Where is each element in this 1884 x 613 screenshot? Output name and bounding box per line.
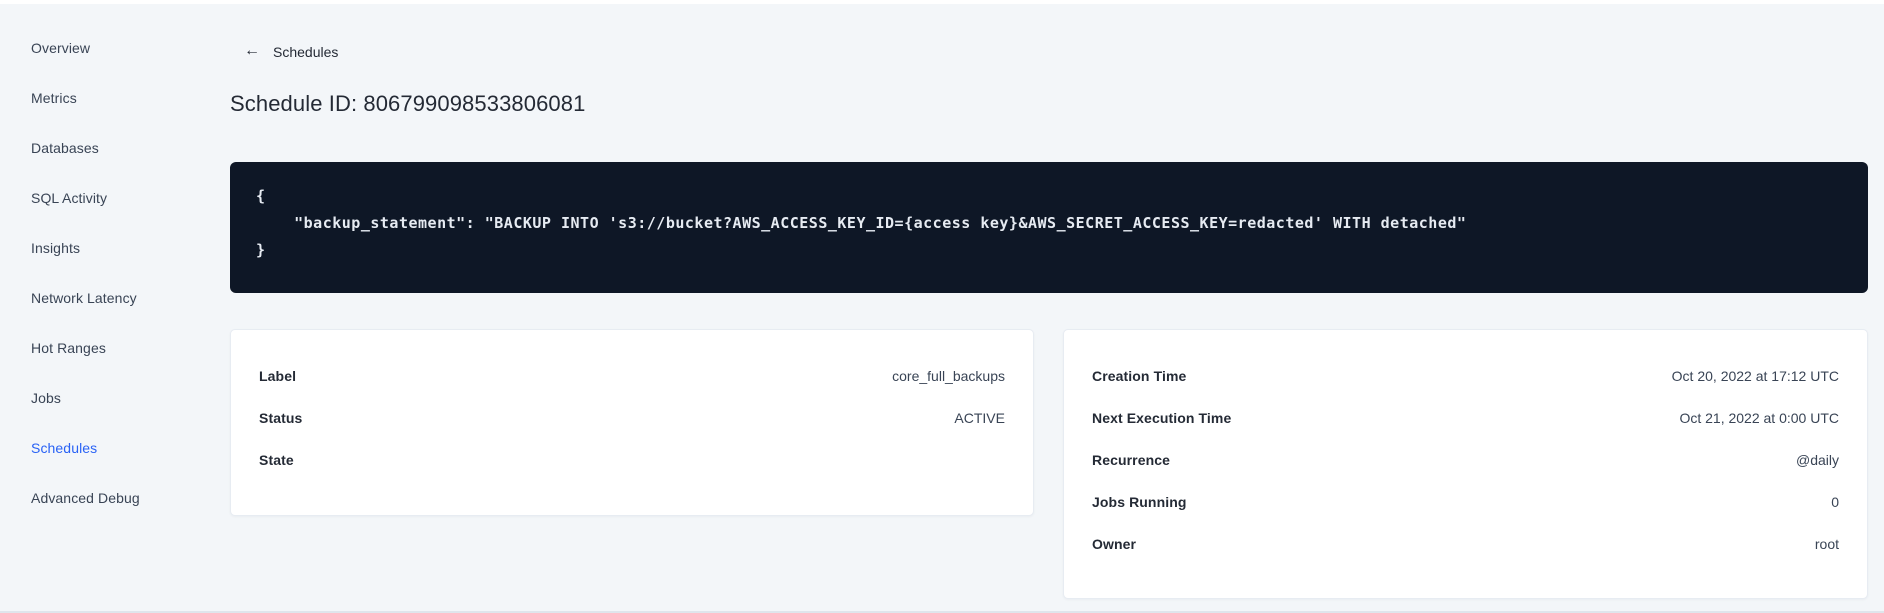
sidebar-item-hot-ranges[interactable]: Hot Ranges: [0, 323, 230, 373]
detail-label: Recurrence: [1092, 452, 1171, 468]
sidebar-nav: Overview Metrics Databases SQL Activity …: [0, 4, 230, 523]
detail-row: Owner root: [1092, 523, 1839, 565]
sidebar-item-advanced-debug[interactable]: Advanced Debug: [0, 473, 230, 523]
backup-statement-code-block: { "backup_statement": "BACKUP INTO 's3:/…: [230, 162, 1868, 293]
schedule-timing-card: Creation Time Oct 20, 2022 at 17:12 UTC …: [1063, 329, 1868, 599]
detail-row: State: [259, 439, 1005, 481]
detail-row: Jobs Running 0: [1092, 481, 1839, 523]
detail-value: root: [1814, 536, 1839, 552]
page-title: Schedule ID: 806799098533806081: [230, 91, 586, 116]
sidebar-item-schedules[interactable]: Schedules: [0, 423, 230, 473]
sidebar-item-databases[interactable]: Databases: [0, 123, 230, 173]
schedule-label-card: Label core_full_backups Status ACTIVE St…: [230, 329, 1034, 516]
sidebar-item-network-latency[interactable]: Network Latency: [0, 273, 230, 323]
detail-value: Oct 21, 2022 at 0:00 UTC: [1679, 410, 1839, 426]
detail-value: 0: [1831, 494, 1839, 510]
back-to-schedules-link[interactable]: ← Schedules: [244, 42, 339, 61]
sidebar-item-overview[interactable]: Overview: [0, 23, 230, 73]
back-link-label: Schedules: [273, 44, 339, 60]
detail-row: Creation Time Oct 20, 2022 at 17:12 UTC: [1092, 355, 1839, 397]
detail-value: Oct 20, 2022 at 17:12 UTC: [1671, 368, 1839, 384]
sidebar-item-insights[interactable]: Insights: [0, 223, 230, 273]
detail-value: ACTIVE: [954, 410, 1005, 426]
detail-label: Next Execution Time: [1092, 410, 1232, 426]
detail-cards-row: Label core_full_backups Status ACTIVE St…: [230, 329, 1868, 599]
detail-value: core_full_backups: [892, 368, 1005, 384]
sidebar-item-jobs[interactable]: Jobs: [0, 373, 230, 423]
detail-row: Status ACTIVE: [259, 397, 1005, 439]
detail-row: Recurrence @daily: [1092, 439, 1839, 481]
detail-row: Label core_full_backups: [259, 355, 1005, 397]
sidebar-item-metrics[interactable]: Metrics: [0, 73, 230, 123]
back-arrow-icon: ←: [244, 42, 260, 59]
detail-label: Creation Time: [1092, 368, 1187, 384]
backup-statement-code: { "backup_statement": "BACKUP INTO 's3:/…: [256, 187, 1467, 259]
detail-label: Jobs Running: [1092, 494, 1187, 510]
detail-value: @daily: [1795, 452, 1839, 468]
detail-label: Owner: [1092, 536, 1137, 552]
detail-label: Status: [259, 410, 303, 426]
detail-row: Next Execution Time Oct 21, 2022 at 0:00…: [1092, 397, 1839, 439]
main-content: ← Schedules Schedule ID: 806799098533806…: [230, 4, 1868, 599]
detail-label: State: [259, 452, 294, 468]
sidebar-item-sql-activity[interactable]: SQL Activity: [0, 173, 230, 223]
detail-label: Label: [259, 368, 297, 384]
